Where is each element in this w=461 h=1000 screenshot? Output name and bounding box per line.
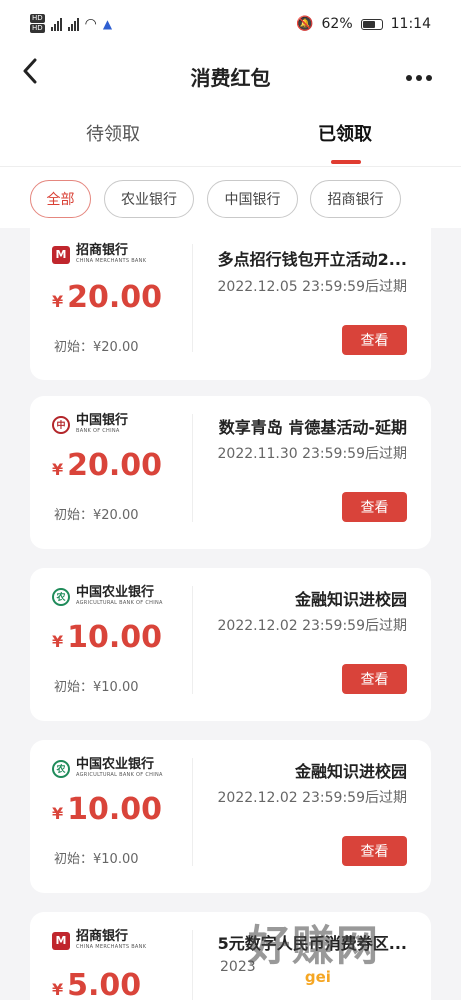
- initial-amount: 初始：¥20.00: [54, 508, 139, 523]
- view-button[interactable]: 查看: [342, 492, 407, 522]
- bank-logo: 中 中国银行 BANK OF CHINA: [52, 414, 128, 435]
- expiry-text: 2022.12.02 23:59:59后过期: [217, 618, 408, 634]
- coupon-card: M 招商银行 CHINA MERCHANTS BANK ¥5.00 5元数字人民…: [30, 912, 431, 1000]
- currency-symbol: ¥: [52, 980, 64, 999]
- tab-received[interactable]: 已领取: [318, 120, 372, 146]
- bank-name-en: CHINA MERCHANTS BANK: [76, 944, 147, 950]
- more-icon: [406, 75, 432, 81]
- bank-name-en: BANK OF CHINA: [76, 428, 120, 434]
- bank-name-en: AGRICULTURAL BANK OF CHINA: [76, 600, 163, 606]
- expiry-text: 2022.11.30 23:59:59后过期: [217, 446, 408, 462]
- coupon-card: M 招商银行 CHINA MERCHANTS BANK ¥20.00 初始：¥2…: [30, 228, 431, 380]
- bank-logo: 农 中国农业银行 AGRICULTURAL BANK OF CHINA: [52, 758, 163, 779]
- signal-icon: [50, 17, 62, 31]
- bank-names: 招商银行 CHINA MERCHANTS BANK: [76, 244, 146, 265]
- status-right: 🔕 62% 11:14: [296, 16, 431, 32]
- currency-symbol: ¥: [52, 632, 64, 651]
- bank-name-en: AGRICULTURAL BANK OF CHINA: [76, 772, 163, 778]
- filter-chips: 全部 农业银行 中国银行 招商银行: [0, 180, 461, 220]
- coupon-amount: ¥20.00: [52, 448, 162, 483]
- currency-symbol: ¥: [52, 292, 64, 311]
- divider: [192, 586, 193, 694]
- bank-logo: M 招商银行 CHINA MERCHANTS BANK: [52, 244, 146, 265]
- coupon-amount: ¥20.00: [52, 280, 162, 315]
- coupon-name: 多点招行钱包开立活动2...: [217, 250, 407, 269]
- amount-value: 20.00: [67, 448, 163, 483]
- expiry-text: 2022.12.02 23:59:59后过期: [217, 790, 408, 806]
- nav-bar: 消费红包: [0, 52, 461, 96]
- expiry-text: 2023: [220, 959, 256, 975]
- battery-icon: [360, 18, 383, 30]
- expiry-text: 2022.12.05 23:59:59后过期: [217, 279, 408, 295]
- wifi-icon: ◠: [84, 15, 97, 32]
- abc-logo-icon: 农: [52, 759, 70, 778]
- coupon-amount: ¥5.00: [52, 968, 141, 1000]
- hd-icon: HD HD: [30, 14, 45, 33]
- tab-pending[interactable]: 待领取: [86, 120, 140, 146]
- bank-name: 招商银行: [76, 929, 129, 944]
- bank-name-en: CHINA MERCHANTS BANK: [76, 258, 147, 264]
- bank-names: 中国农业银行 AGRICULTURAL BANK OF CHINA: [76, 586, 163, 607]
- coupon-card: 农 中国农业银行 AGRICULTURAL BANK OF CHINA ¥10.…: [30, 740, 431, 893]
- coupon-card: 农 中国农业银行 AGRICULTURAL BANK OF CHINA ¥10.…: [30, 568, 431, 721]
- signal-icon-2: [67, 17, 79, 31]
- view-button[interactable]: 查看: [342, 836, 407, 866]
- currency-symbol: ¥: [52, 460, 64, 479]
- amount-value: 5.00: [67, 968, 142, 1000]
- amount-value: 10.00: [67, 620, 163, 655]
- boc-logo-icon: 中: [52, 415, 70, 434]
- coupon-amount: ¥10.00: [52, 620, 162, 655]
- filter-boc[interactable]: 中国银行: [207, 180, 298, 218]
- bank-logo: 农 中国农业银行 AGRICULTURAL BANK OF CHINA: [52, 586, 163, 607]
- filter-cmb[interactable]: 招商银行: [310, 180, 401, 218]
- filter-all[interactable]: 全部: [30, 180, 91, 218]
- view-button[interactable]: 查看: [342, 325, 407, 355]
- mute-icon: 🔕: [296, 16, 314, 32]
- coupon-amount: ¥10.00: [52, 792, 162, 827]
- coupon-name: 数享青岛 肯德基活动-延期: [218, 418, 407, 437]
- amount-value: 20.00: [67, 280, 163, 315]
- bank-name: 中国农业银行: [76, 585, 155, 600]
- initial-amount: 初始：¥20.00: [54, 340, 139, 355]
- coupon-card: 中 中国银行 BANK OF CHINA ¥20.00 初始：¥20.00 数享…: [30, 396, 431, 549]
- bank-names: 招商银行 CHINA MERCHANTS BANK: [76, 930, 146, 951]
- divider: [192, 414, 193, 522]
- tab-bar: 待领取 已领取: [0, 110, 461, 167]
- amount-value: 10.00: [67, 792, 163, 827]
- divider: [192, 244, 193, 352]
- cmb-logo-icon: M: [52, 245, 70, 264]
- coupon-name: 5元数字人民币消费券区...: [217, 934, 407, 953]
- bank-name: 中国农业银行: [76, 757, 155, 772]
- status-left: HD HD ◠ ▲: [30, 14, 112, 33]
- filter-abc[interactable]: 农业银行: [104, 180, 194, 218]
- bank-names: 中国银行 BANK OF CHINA: [76, 414, 128, 435]
- status-bar: HD HD ◠ ▲ 🔕 62% 11:14: [0, 0, 461, 52]
- divider: [192, 930, 193, 1000]
- currency-symbol: ¥: [52, 804, 64, 823]
- cmb-logo-icon: M: [52, 931, 70, 950]
- initial-amount: 初始：¥10.00: [54, 852, 139, 867]
- bank-names: 中国农业银行 AGRICULTURAL BANK OF CHINA: [76, 758, 163, 779]
- tab-indicator: [331, 160, 361, 164]
- coupon-name: 金融知识进校园: [294, 590, 407, 609]
- clock: 11:14: [390, 16, 431, 32]
- abc-logo-icon: 农: [52, 587, 70, 606]
- coupon-name: 金融知识进校园: [294, 762, 407, 781]
- bank-name: 中国银行: [76, 413, 129, 428]
- battery-percent: 62%: [321, 16, 353, 32]
- initial-amount: 初始：¥10.00: [54, 680, 139, 695]
- view-button[interactable]: 查看: [342, 664, 407, 694]
- divider: [192, 758, 193, 866]
- bank-name: 招商银行: [76, 243, 129, 258]
- page-title: 消费红包: [190, 66, 271, 90]
- more-button[interactable]: [405, 60, 433, 88]
- app-icon: ▲: [102, 16, 113, 31]
- bank-logo: M 招商银行 CHINA MERCHANTS BANK: [52, 930, 146, 951]
